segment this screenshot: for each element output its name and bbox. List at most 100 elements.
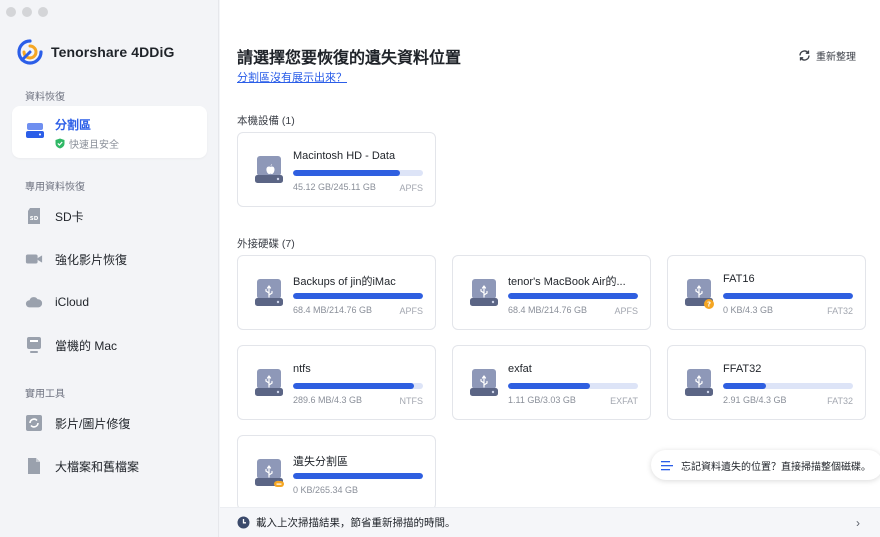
sidebar-item-label: 分割區 (55, 118, 92, 132)
drive-usage-fill (723, 383, 766, 389)
sidebar-item-video-recovery[interactable]: 強化影片恢復 (12, 240, 207, 278)
drive-usage-bar (293, 170, 423, 176)
external-drives-title: 外接硬碟 (7) (237, 238, 295, 250)
drive-usage-bar (508, 383, 638, 389)
refresh-button[interactable]: 重新整理 (798, 48, 856, 63)
chevron-right-icon: › (856, 516, 860, 530)
usb-drive-icon (255, 459, 284, 487)
brand: Tenorshare 4DDiG (17, 39, 175, 65)
drive-usage-fill (508, 293, 638, 299)
sidebar-item-crashed-mac[interactable]: 當機的 Mac (12, 326, 207, 364)
page-title: 請選擇您要恢復的遺失資料位置 (237, 50, 462, 67)
drive-usage-bar (723, 293, 853, 299)
drive-size: 0 KB/4.3 GB (723, 305, 774, 315)
svg-text:SD: SD (30, 216, 39, 222)
drive-filesystem: APFS (399, 306, 423, 316)
sidebar-item-icloud[interactable]: iCloud (12, 283, 207, 321)
drive-usage-fill (293, 170, 400, 176)
list-icon (661, 460, 673, 470)
drive-size: 45.12 GB/245.11 GB (293, 182, 376, 192)
file-icon (25, 457, 43, 475)
drive-card[interactable]: FFAT32 2.91 GB/4.3 GB FAT32 (667, 345, 866, 420)
clock-icon (237, 516, 250, 529)
drive-usage-bar (723, 383, 853, 389)
usb-drive-icon: ? (685, 279, 714, 309)
usb-drive-icon (470, 279, 498, 306)
app-logo-icon (17, 39, 43, 65)
sidebar-item-sub: 快速且安全 (55, 136, 119, 151)
sidebar-item-label: 強化影片恢復 (55, 252, 128, 267)
drive-name: FFAT32 (723, 363, 762, 375)
drive-card[interactable]: 遺失分割區 0 KB/265.34 GB (237, 435, 436, 510)
drive-size: 0 KB/265.34 GB (293, 485, 359, 495)
drive-card[interactable]: ntfs 289.6 MB/4.3 GB NTFS (237, 345, 436, 420)
drive-card[interactable]: Backups of jin的iMac 68.4 MB/214.76 GB APFS (237, 255, 436, 330)
sidebar-item-repair[interactable]: 影片/圖片修復 (12, 404, 207, 442)
drive-usage-fill (293, 383, 414, 389)
drive-name: Macintosh HD - Data (293, 150, 396, 162)
scan-whole-disk-tip[interactable]: 忘記資料遺失的位置？直接掃描整個磁碟。 (651, 450, 880, 480)
drive-filesystem: FAT32 (827, 306, 853, 316)
drive-usage-fill (508, 383, 590, 389)
drive-filesystem: APFS (399, 183, 423, 193)
drive-filesystem: APFS (614, 306, 638, 316)
drive-usage-bar (293, 293, 423, 299)
repair-icon (25, 414, 43, 432)
app-name: Tenorshare 4DDiG (51, 44, 175, 60)
drive-card[interactable]: exfat 1.11 GB/3.03 GB EXFAT (452, 345, 651, 420)
sidebar-item-label: iCloud (55, 295, 90, 309)
load-last-scan-text: 載入上次掃描結果，節省重新掃描的時間。 (256, 517, 456, 529)
drive-size: 1.11 GB/3.03 GB (508, 395, 576, 405)
drive-name: FAT16 (723, 273, 755, 285)
sidebar-item-label: SD卡 (55, 209, 84, 224)
drive-size: 68.4 MB/214.76 GB (508, 305, 588, 315)
zoom-window-button[interactable] (38, 7, 48, 17)
drive-filesystem: EXFAT (610, 396, 638, 406)
sidebar-item-large-files[interactable]: 大檔案和舊檔案 (12, 447, 207, 485)
shield-check-icon (55, 138, 65, 149)
section-title-data-recovery: 資料恢復 (25, 92, 65, 103)
local-devices-title: 本機設備 (1) (237, 115, 295, 127)
section-title-tools: 實用工具 (25, 389, 65, 400)
cloud-icon (25, 293, 43, 311)
drive-card[interactable]: ? FAT16 0 KB/4.3 GB FAT32 (667, 255, 866, 330)
drive-name: 遺失分割區 (293, 456, 348, 468)
drive-usage-fill (723, 293, 853, 299)
usb-drive-icon (470, 369, 498, 396)
drive-usage-bar (508, 293, 638, 299)
drive-size: 68.4 MB/214.76 GB (293, 305, 373, 315)
video-camera-icon (25, 250, 43, 268)
load-last-scan-bar[interactable]: 載入上次掃描結果，節省重新掃描的時間。 › (220, 507, 880, 537)
sidebar-item-label: 當機的 Mac (55, 338, 118, 353)
drive-size: 2.91 GB/4.3 GB (723, 395, 787, 405)
tip-text: 忘記資料遺失的位置？直接掃描整個磁碟。 (681, 461, 871, 473)
computer-icon (25, 336, 43, 354)
drive-card[interactable]: tenor's MacBook Air的... 68.4 MB/214.76 GB… (452, 255, 651, 330)
usb-drive-icon (255, 279, 283, 306)
sidebar-item-sd-card[interactable]: SD SD卡 (12, 197, 207, 235)
sd-card-icon: SD (25, 207, 43, 225)
sidebar-item-partition[interactable]: 分割區 快速且安全 (12, 106, 207, 158)
drive-filesystem: FAT32 (827, 396, 853, 406)
drive-name: ntfs (293, 363, 311, 375)
drive-icon (26, 123, 44, 138)
drive-size: 289.6 MB/4.3 GB (293, 395, 363, 405)
drive-usage-fill (293, 293, 423, 299)
close-window-button[interactable] (6, 7, 16, 17)
svg-text:?: ? (707, 301, 711, 309)
drive-card[interactable]: Macintosh HD - Data 45.12 GB/245.11 GB APF… (237, 132, 436, 207)
section-title-special-recovery: 專用資料恢復 (25, 182, 85, 193)
drive-name: exfat (508, 363, 532, 375)
drive-name: Backups of jin的iMac (293, 276, 396, 288)
sidebar: Tenorshare 4DDiG 資料恢復 分割區 快速且安全 專用資料恢復 S… (0, 0, 219, 537)
minimize-window-button[interactable] (22, 7, 32, 17)
drive-usage-bar (293, 473, 423, 479)
sidebar-item-label: 影片/圖片修復 (55, 416, 131, 431)
window-controls (6, 7, 48, 17)
mac-drive-icon (255, 156, 283, 183)
refresh-label: 重新整理 (816, 52, 856, 63)
partition-help-link[interactable]: 分割區沒有展示出來？ (237, 69, 347, 85)
drive-filesystem: NTFS (399, 396, 424, 406)
drive-usage-bar (293, 383, 423, 389)
drive-name: tenor's MacBook Air的... (508, 276, 626, 288)
